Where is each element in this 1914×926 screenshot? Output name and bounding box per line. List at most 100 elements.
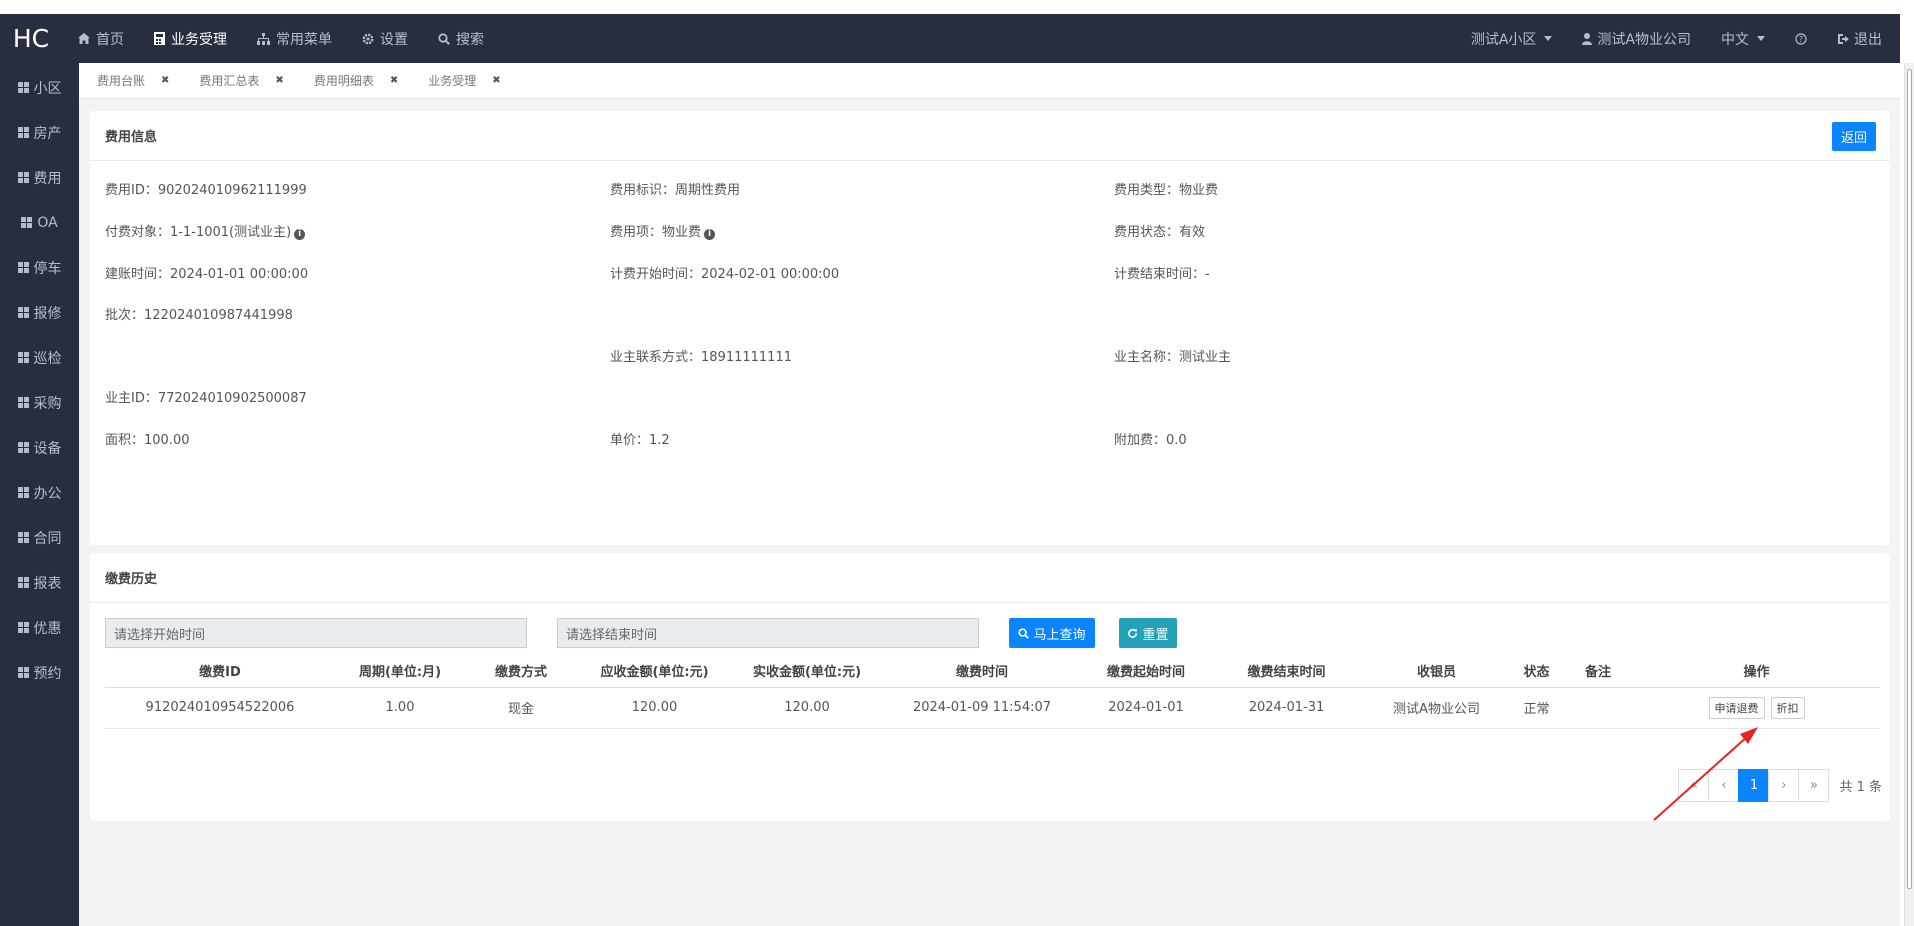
start-time-input[interactable]: 请选择开始时间 <box>105 618 527 648</box>
tab-label: 费用台账 <box>97 74 146 88</box>
fee-info-field: 费用项：物业费 i <box>610 221 716 240</box>
sidebar-item[interactable]: 设备 <box>0 425 79 470</box>
info-icon[interactable]: i <box>704 229 716 240</box>
nav-settings[interactable]: 设置 <box>362 29 408 49</box>
sidebar-item[interactable]: 办公 <box>0 470 79 515</box>
sidebar-item[interactable]: 报修 <box>0 290 79 335</box>
sidebar-item-label: 费用 <box>33 170 62 187</box>
page-current-button[interactable]: 1 <box>1738 769 1770 802</box>
fee-info-value: 物业费 <box>662 225 702 240</box>
fee-info-value: 周期性费用 <box>675 183 741 198</box>
help-button[interactable]: ? <box>1795 32 1807 45</box>
pagination: « ‹ 1 › » 共 1 条 <box>1678 769 1882 802</box>
page-total-count: 共 1 条 <box>1839 780 1882 795</box>
logout-button[interactable]: 退出 <box>1837 29 1882 49</box>
table-cell: 现金 <box>465 687 577 729</box>
tab-close-icon[interactable]: ✖ <box>161 75 169 86</box>
sidebar-item-label: 停车 <box>33 260 62 277</box>
nav-business[interactable]: 业务受理 <box>154 29 227 49</box>
grid-icon <box>17 442 29 453</box>
language-label: 中文 <box>1721 31 1749 48</box>
sidebar-item[interactable]: 优惠 <box>0 605 79 650</box>
reset-button[interactable]: 重置 <box>1119 618 1177 648</box>
reset-button-label: 重置 <box>1142 627 1169 643</box>
grid-icon <box>17 577 29 588</box>
discount-button[interactable]: 折扣 <box>1770 696 1805 719</box>
page-last-button[interactable]: » <box>1798 769 1830 802</box>
query-button[interactable]: 马上查询 <box>1009 618 1095 648</box>
vertical-scrollbar[interactable] <box>1904 63 1914 926</box>
fee-info-value: 18911111111 <box>701 350 792 365</box>
table-header-cell: 周期(单位:月) <box>335 654 465 688</box>
fee-info-field: 付费对象：1-1-1001(测试业主) i <box>105 221 306 240</box>
fee-info-label: 单价： <box>610 433 650 448</box>
company-dropdown[interactable]: 测试A物业公司 <box>1582 29 1691 49</box>
refund-request-button[interactable]: 申请退费 <box>1708 696 1765 719</box>
page-next-button[interactable]: › <box>1768 769 1800 802</box>
fee-info-label: 计费开始时间： <box>610 267 702 282</box>
table-actions-cell: 申请退费 折扣 <box>1633 687 1880 729</box>
gear-icon <box>362 33 374 44</box>
page-first-button[interactable]: « <box>1678 769 1710 802</box>
fee-info-value: 1.2 <box>649 433 670 448</box>
grid-icon <box>17 667 29 678</box>
tab[interactable]: 费用台账 ✖ <box>97 72 169 89</box>
top-right-menu: 测试A小区 测试A物业公司 中文 ? 退出 <box>1441 29 1900 49</box>
caret-down-icon <box>1757 36 1765 41</box>
community-dropdown[interactable]: 测试A小区 <box>1471 29 1553 49</box>
fee-info-field: 业主联系方式：18911111111 <box>610 346 792 365</box>
fee-info-label: 批次： <box>105 308 145 323</box>
sidebar-item-label: 预约 <box>33 665 62 682</box>
fee-info-field: 费用ID：902024010962111999 <box>105 179 307 198</box>
fee-info-label: 费用状态： <box>1114 225 1180 240</box>
sidebar-item[interactable]: 巡检 <box>0 335 79 380</box>
tab[interactable]: 费用汇总表 ✖ <box>199 72 283 89</box>
tab-close-icon[interactable]: ✖ <box>275 75 283 86</box>
tab[interactable]: 业务受理 ✖ <box>428 72 500 89</box>
sidebar-item[interactable]: 小区 <box>0 65 79 110</box>
table-header-cell: 应收金额(单位:元) <box>577 654 732 688</box>
sidebar-item[interactable]: 合同 <box>0 515 79 560</box>
company-label: 测试A物业公司 <box>1597 31 1691 48</box>
tab[interactable]: 费用明细表 ✖ <box>314 72 398 89</box>
tab-close-icon[interactable]: ✖ <box>390 75 398 86</box>
sidebar-item[interactable]: 报表 <box>0 560 79 605</box>
refresh-icon <box>1128 628 1138 638</box>
payment-history-panel: 缴费历史 请选择开始时间 请选择结束时间 马上查询 重置 缴费ID 周期(单位:月… <box>90 553 1890 821</box>
fee-info-value: 100.00 <box>144 433 190 448</box>
end-time-input[interactable]: 请选择结束时间 <box>557 618 979 648</box>
fee-info-field: 面积：100.00 <box>105 429 190 448</box>
sidebar-item[interactable]: 预约 <box>0 650 79 695</box>
page-prev-button[interactable]: ‹ <box>1708 769 1740 802</box>
sidebar-item[interactable]: 停车 <box>0 245 79 290</box>
sidebar-item[interactable]: OA <box>0 200 79 245</box>
sidebar-item[interactable]: 费用 <box>0 155 79 200</box>
nav-home[interactable]: 首页 <box>78 29 124 49</box>
fee-info-field: 费用状态：有效 <box>1114 221 1205 240</box>
fee-info-value: 122024010987441998 <box>144 308 293 323</box>
fee-info-value: 测试业主 <box>1179 350 1232 365</box>
nav-common-menu[interactable]: 常用菜单 <box>257 29 332 49</box>
fee-info-field: 建账时间：2024-01-01 00:00:00 <box>105 263 308 282</box>
table-cell: 120.00 <box>732 687 882 729</box>
language-dropdown[interactable]: 中文 <box>1721 29 1765 49</box>
sidebar-item-label: 房产 <box>33 125 62 142</box>
grid-icon <box>17 622 29 633</box>
scrollbar-thumb[interactable] <box>1907 69 1912 889</box>
sidebar-item[interactable]: 采购 <box>0 380 79 425</box>
top-navbar: HC 首页 业务受理 常用菜单 设置 搜索 测试A小区 测试A物业公司 中文 ?… <box>0 14 1900 63</box>
tab-close-icon[interactable]: ✖ <box>492 75 500 86</box>
fee-info-field: 费用类型：物业费 <box>1114 179 1218 198</box>
info-icon[interactable]: i <box>294 229 306 240</box>
grid-icon <box>17 82 29 93</box>
sidebar-item-label: 报表 <box>33 575 62 592</box>
sidebar-item[interactable]: 房产 <box>0 110 79 155</box>
sidebar-item-label: 小区 <box>33 80 62 97</box>
search-icon <box>1018 627 1030 639</box>
nav-search[interactable]: 搜索 <box>438 29 484 49</box>
fee-info-value: 0.0 <box>1166 433 1187 448</box>
table-header-cell: 实收金额(单位:元) <box>732 654 882 688</box>
fee-info-field: 业主ID：772024010902500087 <box>105 387 307 406</box>
back-button[interactable]: 返回 <box>1832 122 1876 151</box>
brand-logo[interactable]: HC <box>0 24 62 53</box>
